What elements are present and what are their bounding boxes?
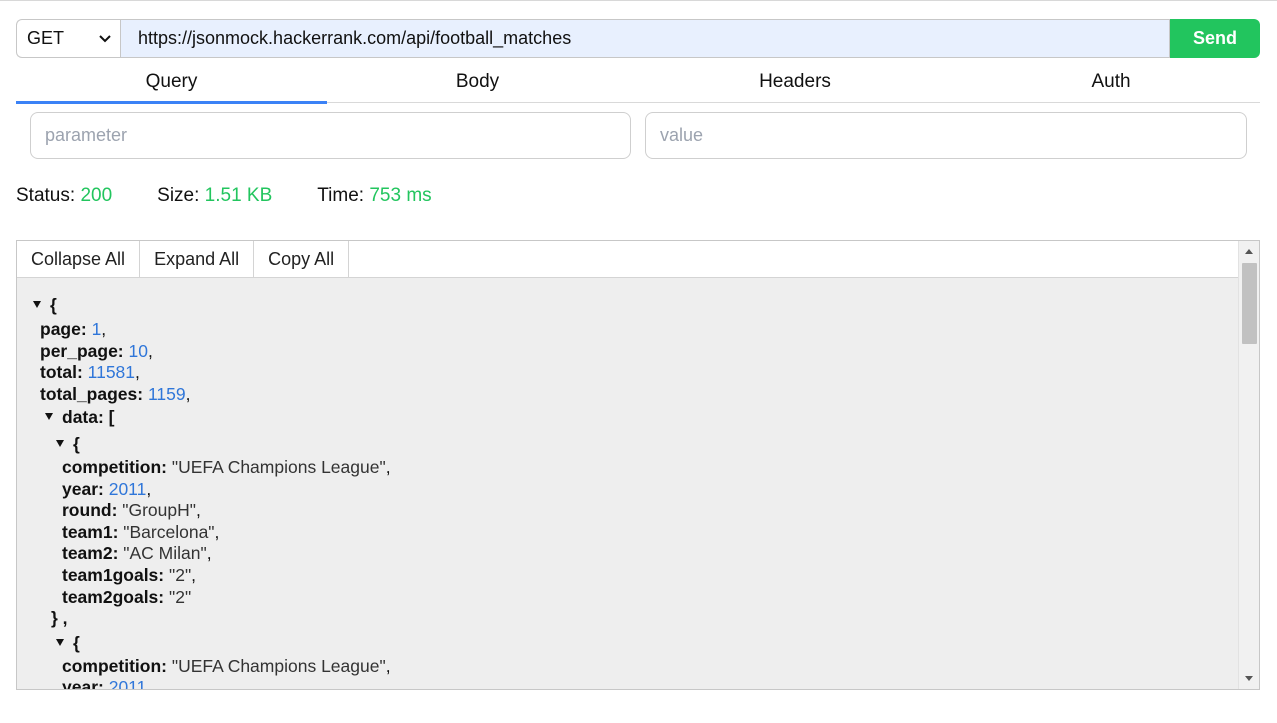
tab-headers[interactable]: Headers bbox=[628, 67, 962, 103]
value-input[interactable]: value bbox=[645, 112, 1247, 159]
method-value: GET bbox=[27, 28, 65, 48]
collapse-triangle-icon[interactable] bbox=[45, 413, 53, 420]
parameter-input[interactable]: parameter bbox=[30, 112, 631, 159]
json-line-team1goals: team1goals: "2", bbox=[62, 565, 197, 585]
json-line-page: page: 1, bbox=[40, 319, 107, 339]
value-placeholder: value bbox=[660, 125, 704, 145]
expand-all-button[interactable]: Expand All bbox=[140, 241, 255, 277]
response-status-line: Status: 200 Size: 1.51 KB Time: 753 ms bbox=[16, 185, 477, 209]
json-tree: { page: 1, per_page: 10, total: 11581, t… bbox=[17, 278, 1239, 690]
status-label: Status: bbox=[16, 185, 76, 206]
query-param-row: parameter value bbox=[30, 112, 1247, 159]
json-line-round: round: "GroupH", bbox=[62, 500, 201, 520]
tab-body[interactable]: Body bbox=[327, 67, 628, 103]
collapse-all-button[interactable]: Collapse All bbox=[17, 241, 141, 277]
json-line-total-pages: total_pages: 1159, bbox=[40, 384, 191, 404]
size-value: 1.51 KB bbox=[204, 185, 273, 206]
scroll-thumb[interactable] bbox=[1242, 263, 1257, 344]
json-line-competition: competition: "UEFA Champions League", bbox=[62, 656, 391, 676]
request-bar: GET https://jsonmock.hackerrank.com/api/… bbox=[16, 19, 1260, 58]
root-node[interactable]: { bbox=[33, 294, 57, 316]
status-stat: Status: 200 bbox=[16, 185, 112, 209]
url-input[interactable]: https://jsonmock.hackerrank.com/api/foot… bbox=[120, 19, 1170, 58]
json-line-competition: competition: "UEFA Champions League", bbox=[62, 457, 391, 477]
item-node[interactable]: { bbox=[56, 632, 80, 654]
collapse-triangle-icon[interactable] bbox=[33, 301, 41, 308]
time-value: 753 ms bbox=[369, 185, 432, 206]
item-node[interactable]: { bbox=[56, 433, 80, 455]
parameter-placeholder: parameter bbox=[45, 125, 128, 145]
send-button[interactable]: Send bbox=[1170, 19, 1260, 58]
collapse-triangle-icon[interactable] bbox=[56, 639, 64, 646]
time-label: Time: bbox=[317, 185, 365, 206]
collapse-triangle-icon[interactable] bbox=[56, 440, 64, 447]
json-line-year: year: 2011 bbox=[62, 677, 147, 690]
response-viewer: Collapse All Expand All Copy All { page:… bbox=[16, 240, 1260, 690]
viewer-toolbar: Collapse All Expand All Copy All bbox=[17, 241, 1239, 278]
size-stat: Size: 1.51 KB bbox=[157, 185, 272, 209]
json-line-team2goals: team2goals: "2" bbox=[62, 587, 192, 607]
json-line-year: year: 2011, bbox=[62, 479, 152, 499]
data-node[interactable]: data: [ bbox=[45, 406, 115, 428]
json-line-team1: team1: "Barcelona", bbox=[62, 522, 220, 542]
item-close: } , bbox=[51, 608, 68, 628]
url-value: https://jsonmock.hackerrank.com/api/foot… bbox=[138, 28, 572, 48]
json-line-team2: team2: "AC Milan", bbox=[62, 543, 212, 563]
request-tabs: Query Body Headers Auth bbox=[16, 67, 1260, 104]
chevron-down-icon bbox=[99, 34, 111, 43]
json-line-total: total: 11581, bbox=[40, 362, 140, 382]
tab-query[interactable]: Query bbox=[16, 67, 327, 104]
status-value: 200 bbox=[80, 185, 113, 206]
scroll-up-arrow-icon[interactable] bbox=[1239, 243, 1259, 259]
scroll-down-arrow-icon[interactable] bbox=[1239, 670, 1259, 686]
time-stat: Time: 753 ms bbox=[317, 185, 431, 209]
tab-auth[interactable]: Auth bbox=[962, 67, 1260, 103]
json-line-per-page: per_page: 10, bbox=[40, 341, 153, 361]
vertical-scrollbar[interactable] bbox=[1238, 241, 1259, 689]
size-label: Size: bbox=[157, 185, 200, 206]
method-select[interactable]: GET bbox=[16, 19, 120, 58]
copy-all-button[interactable]: Copy All bbox=[254, 241, 350, 277]
